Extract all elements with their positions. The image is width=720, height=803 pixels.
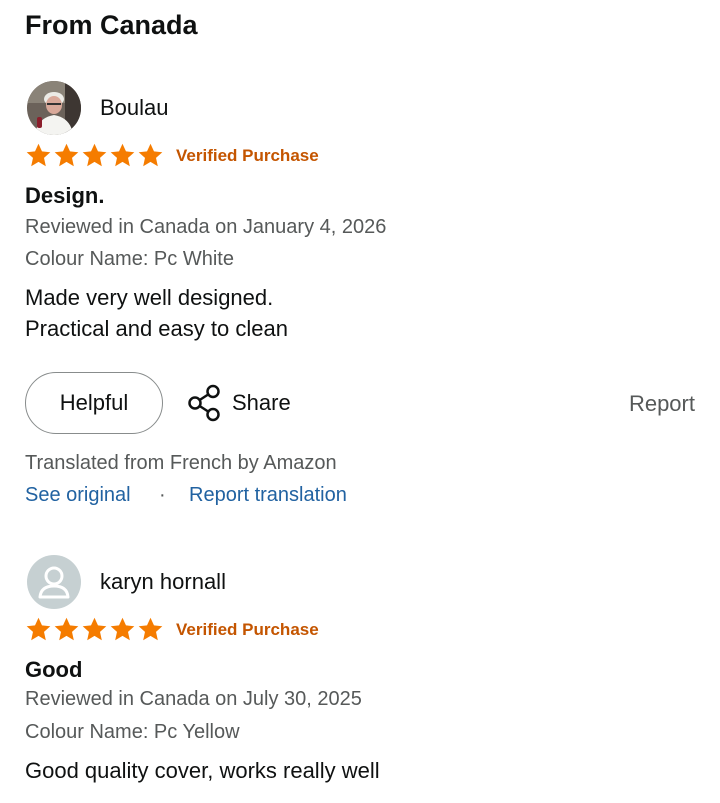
review-body: Made very well designed. Practical and e… (25, 282, 288, 344)
verified-purchase-badge: Verified Purchase (176, 620, 319, 639)
star-icon (82, 143, 107, 167)
link-separator: · (159, 484, 166, 506)
star-icon (26, 617, 51, 641)
profile-photo-icon (27, 81, 81, 135)
review-body-line: Made very well designed. (25, 285, 274, 310)
star-rating (25, 616, 164, 643)
report-translation-link[interactable]: Report translation (189, 484, 347, 507)
star-icon (110, 143, 135, 167)
share-icon (188, 384, 220, 422)
share-button[interactable]: Share (186, 384, 291, 422)
review-date: Reviewed in Canada on January 4, 2026 (25, 216, 387, 238)
translation-note: Translated from French by Amazon (25, 452, 337, 474)
review-date: Reviewed in Canada on July 30, 2025 (25, 688, 362, 710)
star-icon (110, 617, 135, 641)
star-icon (54, 143, 79, 167)
review-body-line: Practical and easy to clean (25, 316, 288, 341)
review-title: Good (25, 657, 83, 682)
star-icon (54, 617, 79, 641)
verified-purchase-badge: Verified Purchase (176, 146, 319, 165)
helpful-button[interactable]: Helpful (25, 372, 163, 434)
see-original-link[interactable]: See original (25, 484, 131, 507)
reviewer-avatar[interactable] (27, 555, 81, 609)
star-rating (25, 142, 164, 169)
star-icon (82, 617, 107, 641)
reviewer-name[interactable]: karyn hornall (100, 569, 226, 595)
review-variant: Colour Name: Pc Yellow (25, 721, 240, 743)
review-variant: Colour Name: Pc White (25, 248, 234, 270)
reviewer-name[interactable]: Boulau (100, 95, 169, 121)
user-icon (27, 555, 81, 609)
star-icon (138, 617, 163, 641)
section-title: From Canada (25, 10, 198, 40)
review-body: Good quality cover, works really well (25, 758, 380, 783)
star-icon (26, 143, 51, 167)
share-label: Share (232, 390, 291, 415)
star-icon (138, 143, 163, 167)
reviewer-avatar[interactable] (27, 81, 81, 135)
review-title: Design. (25, 183, 105, 208)
report-link[interactable]: Report (629, 391, 695, 417)
